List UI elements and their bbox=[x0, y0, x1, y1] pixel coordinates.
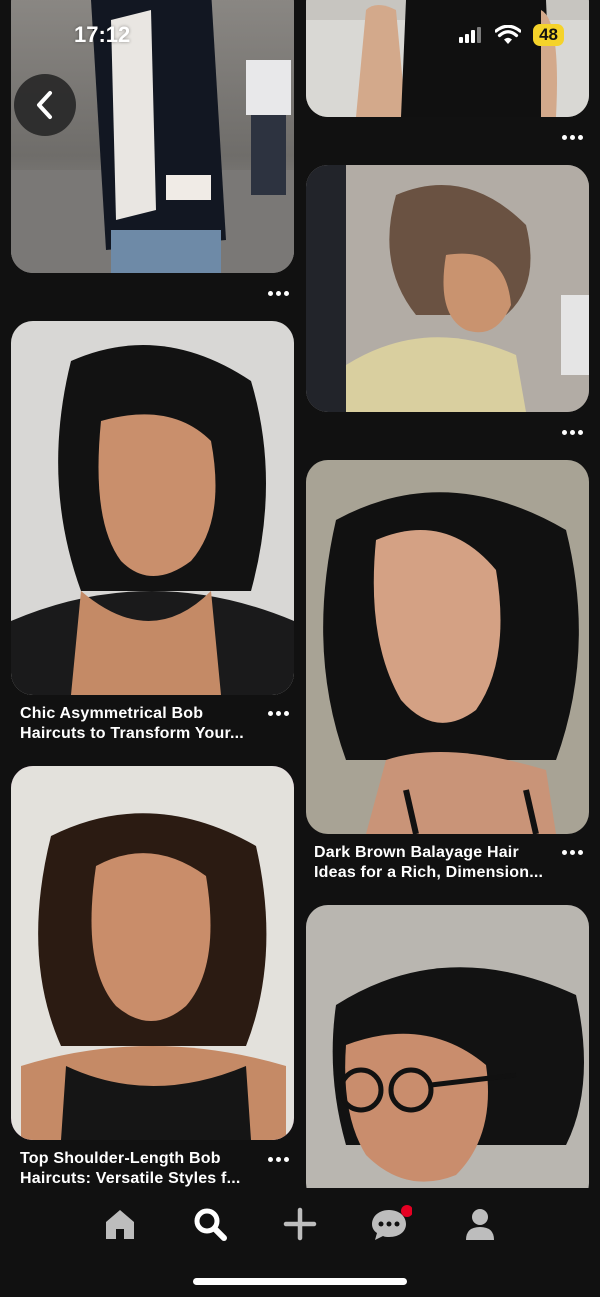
pin-title-line-1: Top Shoulder-Length Bob bbox=[20, 1150, 221, 1167]
pin-title-line-2: Haircuts: Versatile Styles f... bbox=[20, 1170, 241, 1187]
pin-image-dark-brown-balayage[interactable] bbox=[306, 460, 589, 834]
pin-image-short-hair-profile[interactable] bbox=[306, 165, 589, 412]
profile-icon bbox=[466, 1209, 494, 1240]
pin-more-options[interactable] bbox=[557, 845, 587, 859]
status-time: 17:12 bbox=[74, 22, 131, 47]
pin-more-options[interactable] bbox=[263, 1152, 293, 1166]
pin-image-black-top[interactable] bbox=[306, 0, 589, 117]
pin-photo bbox=[306, 460, 589, 834]
nav-home[interactable] bbox=[98, 1202, 142, 1246]
battery-level: 48 bbox=[533, 24, 564, 46]
pin-title[interactable]: Chic Asymmetrical Bob Haircuts to Transf… bbox=[20, 704, 260, 744]
pin-photo bbox=[306, 165, 589, 412]
status-icons: 48 bbox=[459, 22, 564, 48]
pin-title[interactable]: Top Shoulder-Length Bob Haircuts: Versat… bbox=[20, 1149, 260, 1189]
pin-title[interactable]: Dark Brown Balayage Hair Ideas for a Ric… bbox=[314, 843, 554, 883]
pin-image-glasses-pixie[interactable] bbox=[306, 905, 589, 1205]
messages-icon bbox=[372, 1205, 412, 1240]
pin-photo bbox=[11, 766, 294, 1140]
wifi-icon bbox=[495, 25, 522, 44]
pin-more-options[interactable] bbox=[263, 706, 293, 720]
cellular-signal-icon bbox=[459, 27, 482, 43]
pin-more-options[interactable] bbox=[557, 130, 587, 144]
chevron-left-icon bbox=[37, 91, 52, 119]
home-indicator bbox=[193, 1278, 407, 1285]
pin-title-line-2: Haircuts to Transform Your... bbox=[20, 725, 244, 742]
pin-title-line-1: Dark Brown Balayage Hair bbox=[314, 844, 519, 861]
pin-photo bbox=[11, 0, 294, 273]
search-icon bbox=[194, 1208, 227, 1241]
nav-profile[interactable] bbox=[458, 1202, 502, 1246]
nav-create[interactable] bbox=[278, 1202, 322, 1246]
pin-title-line-2: Ideas for a Rich, Dimension... bbox=[314, 864, 544, 881]
notification-dot bbox=[401, 1205, 412, 1217]
pin-image-blazer[interactable] bbox=[11, 0, 294, 273]
create-icon bbox=[283, 1207, 317, 1241]
pin-more-options[interactable] bbox=[263, 286, 293, 300]
pin-image-shoulder-length-bob[interactable] bbox=[11, 766, 294, 1140]
pin-photo bbox=[11, 321, 294, 695]
pin-title-line-1: Chic Asymmetrical Bob bbox=[20, 705, 204, 722]
pin-photo bbox=[306, 905, 589, 1205]
nav-search[interactable] bbox=[188, 1202, 232, 1246]
pin-more-options[interactable] bbox=[557, 425, 587, 439]
pin-image-asymmetrical-bob[interactable] bbox=[11, 321, 294, 695]
home-icon bbox=[106, 1210, 134, 1239]
pin-photo bbox=[306, 0, 589, 117]
nav-messages[interactable] bbox=[368, 1202, 412, 1246]
back-button[interactable] bbox=[14, 74, 76, 136]
